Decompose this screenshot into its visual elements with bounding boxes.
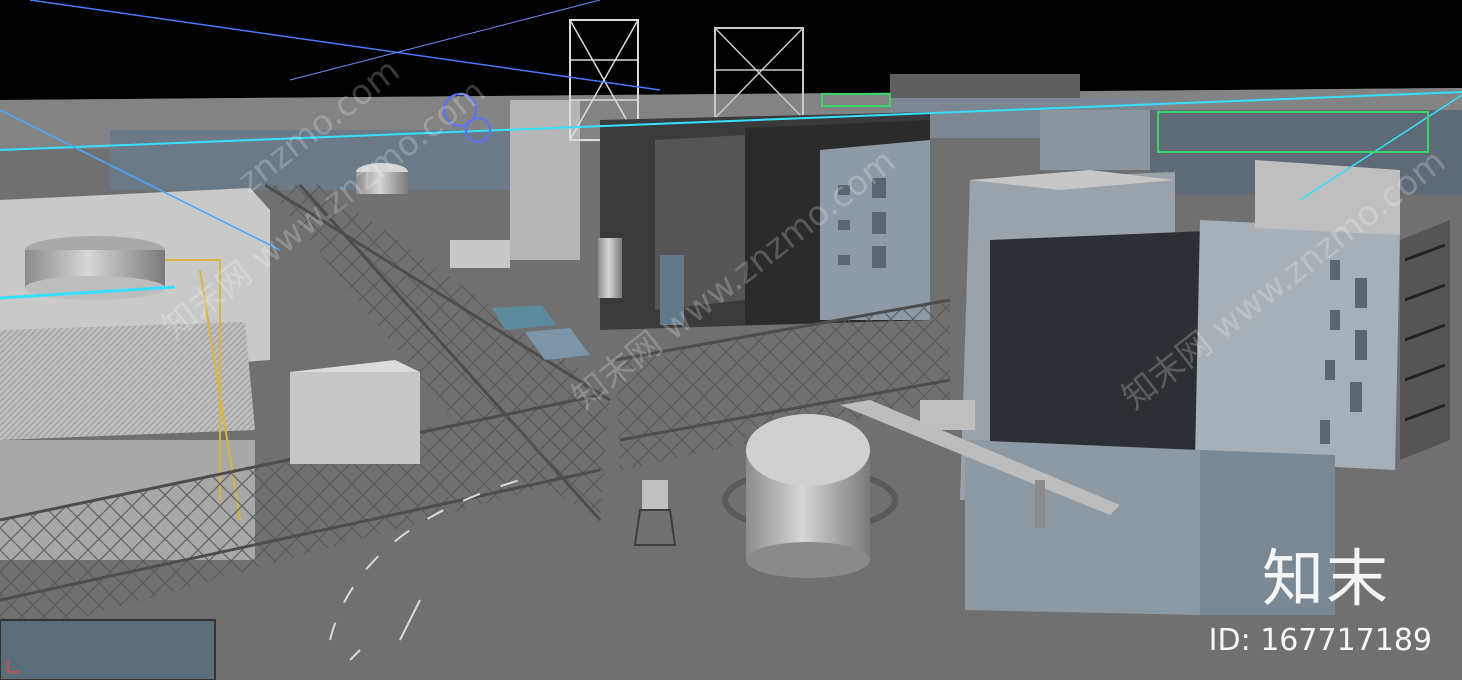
- 3d-viewport[interactable]: [0, 0, 1462, 680]
- watermark-id: ID: 167717189: [1208, 623, 1432, 658]
- plant-scene: [0, 0, 1462, 680]
- watermark-brand: 知末: [1261, 542, 1390, 615]
